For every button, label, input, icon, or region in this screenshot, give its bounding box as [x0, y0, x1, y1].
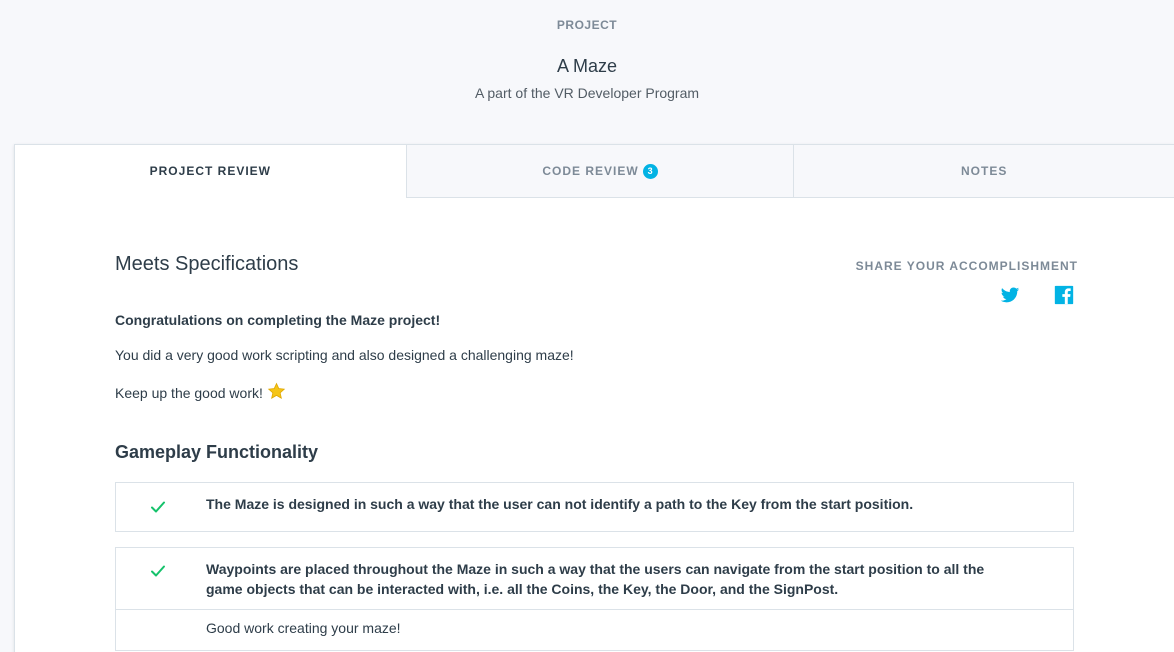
- criterion-item: Waypoints are placed throughout the Maze…: [115, 547, 1074, 651]
- facebook-icon[interactable]: [1054, 285, 1074, 305]
- review-message-2: You did a very good work scripting and a…: [115, 347, 574, 363]
- criterion-item: The Maze is designed in such a way that …: [115, 482, 1074, 532]
- checkmark-icon: [149, 562, 167, 580]
- review-message-1: Congratulations on completing the Maze p…: [115, 312, 441, 328]
- twitter-icon[interactable]: [1000, 285, 1020, 305]
- project-subtitle: A part of the VR Developer Program: [474, 85, 700, 101]
- criterion-text: The Maze is designed in such a way that …: [206, 496, 914, 512]
- section-title: Gameplay Functionality: [115, 442, 319, 462]
- review-message-3: Keep up the good work!: [115, 385, 263, 401]
- review-status: Meets Specifications: [115, 253, 299, 275]
- share-label: SHARE YOUR ACCOMPLISHMENT: [855, 259, 1078, 273]
- review-tabs: PROJECT REVIEW CODE REVIEW 3 NOTES: [15, 145, 1174, 198]
- tab-project-review[interactable]: PROJECT REVIEW: [15, 145, 406, 198]
- star-icon: [267, 382, 286, 404]
- criterion-divider: [116, 609, 1073, 610]
- review-message-3-row: Keep up the good work!: [115, 382, 286, 404]
- tab-label: CODE REVIEW: [542, 164, 639, 178]
- tab-notes[interactable]: NOTES: [793, 145, 1174, 198]
- project-header: PROJECT A Maze A part of the VR Develope…: [0, 0, 1174, 144]
- code-review-count-badge: 3: [642, 163, 658, 179]
- share-icons: [1000, 285, 1074, 305]
- tab-label: NOTES: [960, 164, 1008, 178]
- criterion-text: Waypoints are placed throughout the Maze…: [206, 561, 985, 597]
- reviewer-comment: Good work creating your maze!: [206, 620, 401, 636]
- checkmark-icon: [149, 498, 167, 516]
- review-card: PROJECT REVIEW CODE REVIEW 3 NOTES Meets…: [14, 144, 1174, 652]
- tab-code-review[interactable]: CODE REVIEW 3: [405, 145, 794, 198]
- tab-label: PROJECT REVIEW: [149, 164, 271, 178]
- project-title: A Maze: [556, 56, 618, 76]
- project-eyebrow: PROJECT: [556, 18, 618, 32]
